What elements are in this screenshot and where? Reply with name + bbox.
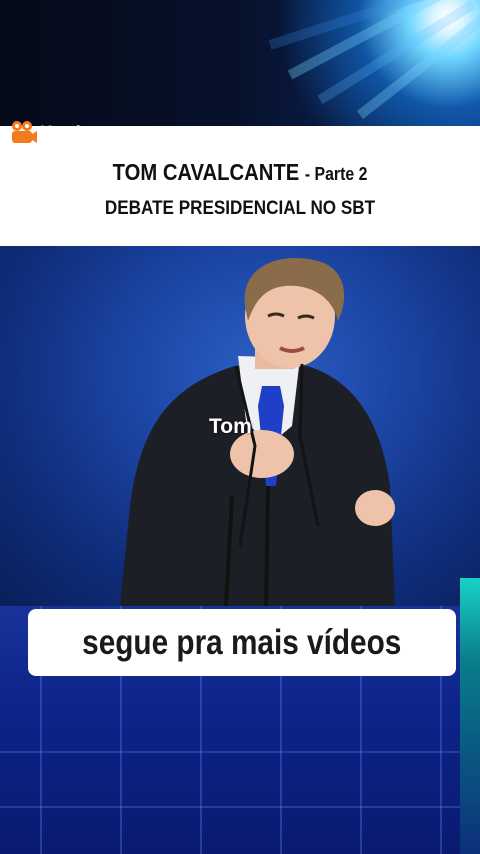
title-main: TOM CAVALCANTE: [112, 159, 300, 185]
title-part: - Parte 2: [304, 164, 368, 184]
accent-bar: [460, 578, 480, 854]
video-title: TOM CAVALCANTE - Parte 2: [29, 159, 451, 186]
light-rays: [250, 0, 480, 128]
cta-label: segue pra mais vídeos: [82, 622, 402, 662]
follow-cta-banner[interactable]: segue pra mais vídeos: [28, 609, 456, 676]
kwai-watermark: Kwai: [11, 119, 81, 145]
kwai-camera-icon: [11, 119, 37, 145]
kwai-brand-text: Kwai: [40, 122, 81, 141]
speaker-label: Tom: [209, 415, 252, 438]
video-subtitle: DEBATE PRESIDENCIAL NO SBT: [104, 198, 376, 219]
